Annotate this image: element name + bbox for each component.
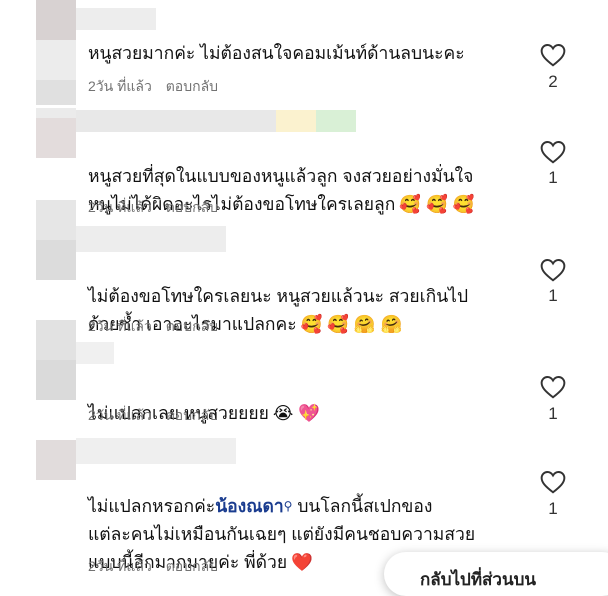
avatar-pixel	[36, 118, 76, 158]
username-redacted[interactable]	[76, 342, 114, 364]
avatar-pixel	[36, 0, 76, 40]
reply-button[interactable]: ตอบกลับ	[166, 318, 218, 334]
comment-meta: 2วัน ที่แล้ว ตอบกลับ	[88, 556, 228, 578]
reply-button[interactable]: ตอบกลับ	[166, 407, 218, 423]
heart-icon[interactable]	[540, 375, 566, 399]
like-count: 1	[548, 499, 558, 518]
like-count: 2	[548, 72, 558, 91]
avatar[interactable]	[36, 440, 76, 480]
name-pixel	[316, 110, 356, 132]
comment-meta: 2วัน ที่แล้ว ตอบกลับ	[88, 76, 228, 98]
comment-meta: 2วัน ที่แล้ว ตอบกลับ	[88, 316, 228, 338]
back-to-top-label: กลับไปที่ส่วนบน	[420, 570, 537, 589]
reply-button[interactable]: ตอบกลับ	[166, 199, 218, 215]
comment-text: หนูสวยมากค่ะ ไม่ต้องสนใจคอมเม้นท์ด้านลบน…	[88, 43, 465, 63]
emoji: 😭 💖	[272, 403, 320, 423]
comment-time: 2วัน ที่แล้ว	[88, 78, 152, 94]
username-redacted[interactable]	[76, 110, 276, 132]
comment-time: 2วัน ที่แล้ว	[88, 558, 152, 574]
comment-text-before: ไม่แปลกหรอกค่ะ	[88, 496, 216, 516]
name-pixel	[276, 110, 316, 132]
heart-icon[interactable]	[540, 43, 566, 67]
emoji: ❤️	[291, 552, 313, 572]
avatar-pixel	[36, 80, 76, 105]
avatar-pixel	[36, 240, 76, 280]
username-redacted[interactable]	[76, 8, 156, 30]
reply-button[interactable]: ตอบกลับ	[166, 78, 218, 94]
like-count: 1	[548, 286, 558, 305]
comment-time: 2วัน ที่แล้ว	[88, 318, 152, 334]
username-redacted[interactable]	[76, 438, 236, 464]
back-to-top-button[interactable]: กลับไปที่ส่วนบน	[384, 552, 608, 596]
heart-icon[interactable]	[540, 470, 566, 494]
comment-time: 2วัน ที่แล้ว	[88, 199, 152, 215]
heart-icon[interactable]	[540, 258, 566, 282]
comment-meta: 2วัน ที่แล้ว ตอบกลับ	[88, 405, 228, 427]
username-redacted[interactable]	[76, 226, 226, 252]
mention-link[interactable]: น้องณดา	[215, 496, 283, 516]
heart-icon[interactable]	[540, 140, 566, 164]
comment-time: 2วัน ที่แล้ว	[88, 407, 152, 423]
reply-button[interactable]: ตอบกลับ	[166, 558, 218, 574]
emoji: 🥰 🥰 🤗 🤗	[300, 314, 403, 334]
like-count: 1	[548, 168, 558, 187]
like-count: 1	[548, 404, 558, 423]
emoji: 🥰 🥰 🥰	[399, 194, 475, 214]
comment-meta: 2วัน ที่แล้ว ตอบกลับ	[88, 197, 228, 219]
avatar-pixel	[36, 360, 76, 400]
